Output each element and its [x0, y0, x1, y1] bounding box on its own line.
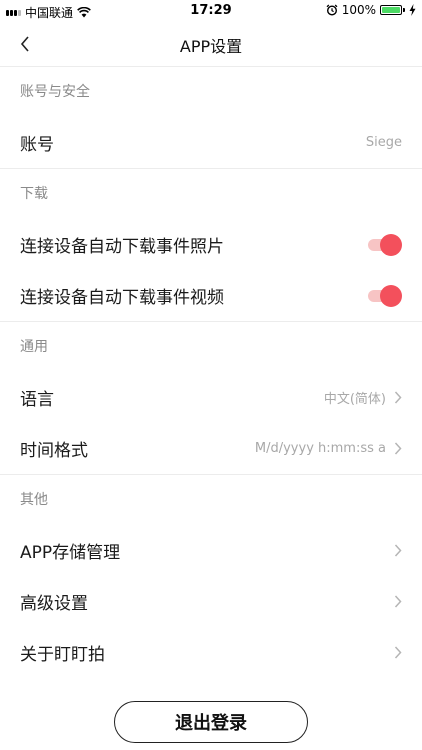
- download-photos-toggle[interactable]: [368, 233, 402, 256]
- account-value: Siege: [365, 135, 402, 150]
- chevron-right-icon: [394, 544, 402, 557]
- about-row[interactable]: 关于盯盯拍: [0, 627, 422, 678]
- chevron-right-icon: [394, 646, 402, 659]
- charging-icon: [409, 4, 416, 16]
- advanced-row[interactable]: 高级设置: [0, 576, 422, 627]
- section-header-other: 其他: [20, 492, 48, 508]
- chevron-right-icon: [394, 442, 402, 455]
- status-right: 100%: [326, 3, 416, 17]
- time-format-value: M/d/yyyy h:mm:ss a: [254, 441, 386, 456]
- page-title: APP设置: [179, 37, 243, 56]
- download-videos-label: 连接设备自动下载事件视频: [20, 288, 224, 308]
- logout-button[interactable]: 退出登录: [114, 701, 308, 743]
- battery-icon: [380, 5, 405, 15]
- time-format-row[interactable]: 时间格式 M/d/yyyy h:mm:ss a: [0, 423, 422, 474]
- about-label: 关于盯盯拍: [20, 645, 105, 665]
- battery-percent: 100%: [341, 3, 376, 17]
- account-label: 账号: [20, 135, 54, 155]
- language-row[interactable]: 语言 中文(简体): [0, 372, 422, 423]
- advanced-label: 高级设置: [20, 594, 88, 614]
- chevron-right-icon: [394, 391, 402, 404]
- download-videos-row: 连接设备自动下载事件视频: [0, 270, 422, 321]
- language-label: 语言: [20, 390, 54, 410]
- logout-wrap: 退出登录: [0, 701, 422, 743]
- time-format-value-wrap: M/d/yyyy h:mm:ss a: [255, 441, 402, 456]
- download-photos-label: 连接设备自动下载事件照片: [20, 237, 224, 257]
- account-row[interactable]: 账号 Siege: [0, 117, 422, 168]
- storage-row[interactable]: APP存储管理: [0, 525, 422, 576]
- chevron-right-icon: [394, 595, 402, 608]
- status-bar: 中国联通 17:29 100%: [0, 0, 422, 22]
- language-value: 中文(简体): [323, 392, 386, 407]
- section-header-account: 账号与安全: [20, 84, 90, 100]
- section-header-general: 通用: [20, 339, 48, 355]
- section-header-download: 下载: [20, 186, 48, 202]
- language-value-wrap: 中文(简体): [324, 388, 402, 407]
- nav-bar: APP设置: [0, 22, 422, 67]
- download-videos-toggle[interactable]: [368, 284, 402, 307]
- storage-label: APP存储管理: [20, 543, 121, 563]
- alarm-icon: [326, 4, 338, 16]
- time-format-label: 时间格式: [20, 441, 88, 461]
- download-photos-row: 连接设备自动下载事件照片: [0, 219, 422, 270]
